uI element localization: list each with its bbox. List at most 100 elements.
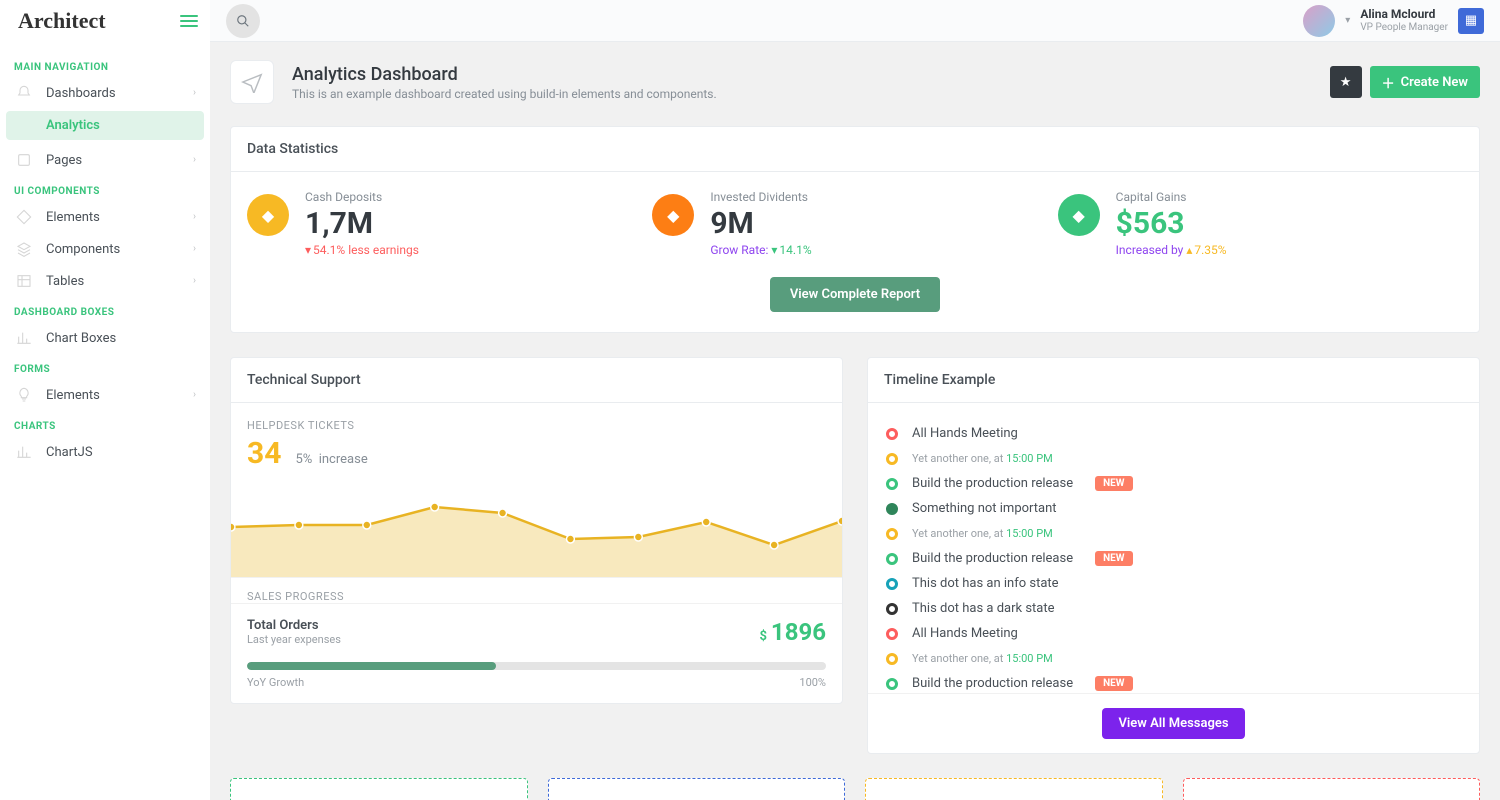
mini-card-4[interactable] <box>1183 778 1481 800</box>
chevron-right-icon: › <box>193 155 196 166</box>
star-icon: ★ <box>1340 75 1352 90</box>
search-button[interactable] <box>226 4 260 38</box>
timeline-text: Build the production release <box>912 676 1073 691</box>
support-header: Technical Support <box>231 358 842 403</box>
sidebar-item-elements[interactable]: Elements› <box>6 379 204 411</box>
timeline-dot <box>886 478 898 490</box>
stat-icon: ◆ <box>652 194 694 236</box>
favorite-button[interactable]: ★ <box>1330 66 1362 98</box>
timeline-dot <box>886 628 898 640</box>
page-title: Analytics Dashboard <box>292 64 717 85</box>
stat-meta-label: Grow Rate: <box>710 243 768 257</box>
stat-label: Invested Dividents <box>710 190 811 204</box>
sidebar-item-dashboards[interactable]: Dashboards› <box>6 77 204 109</box>
timeline-text: Build the production release <box>912 551 1073 566</box>
timeline-card: Timeline Example All Hands MeetingYet an… <box>867 357 1480 754</box>
timeline-text: This dot has a dark state <box>912 601 1055 616</box>
mini-card-2[interactable] <box>548 778 846 800</box>
menu-toggle-icon[interactable] <box>180 15 198 27</box>
mini-card-3[interactable] <box>865 778 1163 800</box>
chart-icon <box>16 330 32 346</box>
timeline-dot <box>886 503 898 515</box>
helpdesk-value: 34 <box>247 436 281 471</box>
chevron-right-icon: › <box>193 244 196 255</box>
stat-value: 9M <box>710 206 811 241</box>
timeline-item: All Hands Meeting <box>886 421 1461 446</box>
sidebar-item-analytics[interactable]: Analytics <box>6 111 204 140</box>
timeline-dot <box>886 453 898 465</box>
sidebar-item-label: Elements <box>46 210 100 225</box>
stat-icon: ◆ <box>1058 194 1100 236</box>
create-new-label: Create New <box>1401 75 1468 90</box>
nav-heading: UI COMPONENTS <box>6 176 204 201</box>
plane-icon <box>241 71 263 93</box>
timeline-text: This dot has an info state <box>912 576 1059 591</box>
stat-icon: ◆ <box>247 194 289 236</box>
chevron-right-icon: › <box>193 390 196 401</box>
stats-card: Data Statistics ◆Cash Deposits1,7M54.1% … <box>230 126 1480 333</box>
stat-value: 1,7M <box>305 206 419 241</box>
stat-cash-deposits: ◆Cash Deposits1,7M54.1% less earnings <box>247 190 652 257</box>
chevron-right-icon: › <box>193 212 196 223</box>
table-icon <box>16 273 32 289</box>
sidebar-item-components[interactable]: Components › <box>6 233 204 265</box>
helpdesk-chart <box>231 477 842 577</box>
timeline-dot <box>886 428 898 440</box>
timeline-item: Yet another one, at 15:00 PM <box>886 521 1461 546</box>
stat-label: Capital Gains <box>1116 190 1227 204</box>
timeline-dot <box>886 653 898 665</box>
new-badge: NEW <box>1095 551 1132 566</box>
timeline-item: Something not important <box>886 496 1461 521</box>
stat-delta: 7.35% <box>1186 243 1226 257</box>
nav-heading: CHARTS <box>6 411 204 436</box>
sidebar-item-chart-boxes[interactable]: Chart Boxes <box>6 322 204 354</box>
mini-card-1[interactable] <box>230 778 528 800</box>
stat-delta: 54.1% <box>305 243 345 257</box>
progress-bar <box>247 662 826 670</box>
page-subtitle: This is an example dashboard created usi… <box>292 87 717 101</box>
stat-note: less earnings <box>348 243 419 257</box>
sidebar-item-label: Pages <box>46 153 82 168</box>
plus-icon: ＋ <box>1382 73 1395 92</box>
timeline-dot <box>886 528 898 540</box>
timeline-text: Something not important <box>912 501 1057 516</box>
stat-capital-gains: ◆Capital Gains$563Increased by 7.35% <box>1058 190 1463 257</box>
stat-delta: 14.1% <box>771 243 811 257</box>
search-icon <box>236 14 250 28</box>
sidebar-item-label: Tables <box>46 274 84 289</box>
avatar[interactable] <box>1303 5 1335 37</box>
nav-heading: FORMS <box>6 354 204 379</box>
timeline-item: All Hands Meeting <box>886 621 1461 646</box>
helpdesk-legend: HELPDESK TICKETS <box>231 403 842 432</box>
create-new-button[interactable]: ＋ Create New <box>1370 66 1480 98</box>
nav-menu: MAIN NAVIGATIONDashboards›AnalyticsPages… <box>0 42 210 800</box>
orders-amount: $1896 <box>759 618 826 646</box>
timeline-item: Yet another one, at 15:00 PM <box>886 446 1461 471</box>
sidebar-item-label: Dashboards <box>46 86 116 101</box>
topbar: ▾ Alina Mclourd VP People Manager ▦ <box>210 0 1500 42</box>
calendar-icon: ▦ <box>1465 13 1477 28</box>
yoy-label: YoY Growth <box>247 676 304 689</box>
view-report-button[interactable]: View Complete Report <box>770 277 940 312</box>
sidebar-item-pages[interactable]: Pages › <box>6 144 204 176</box>
sidebar-item-tables[interactable]: Tables› <box>6 265 204 297</box>
chart-icon <box>16 444 32 460</box>
timeline-text: Yet another one, at 15:00 PM <box>912 652 1053 665</box>
new-badge: NEW <box>1095 476 1132 491</box>
calendar-button[interactable]: ▦ <box>1458 8 1484 34</box>
stat-meta-label: Increased by <box>1116 243 1184 257</box>
timeline-dot <box>886 578 898 590</box>
sidebar-item-chartjs[interactable]: ChartJS <box>6 436 204 468</box>
sidebar-item-elements[interactable]: Elements › <box>6 201 204 233</box>
timeline-item: This dot has an info state <box>886 571 1461 596</box>
bell-icon <box>16 85 32 101</box>
orders-title: Total Orders <box>247 618 341 633</box>
timeline-dot <box>886 553 898 565</box>
view-messages-button[interactable]: View All Messages <box>1102 708 1244 739</box>
timeline-dot <box>886 678 898 690</box>
timeline-item: Build the production releaseNEW <box>886 471 1461 496</box>
helpdesk-pct: 5% <box>295 452 312 467</box>
chevron-down-icon[interactable]: ▾ <box>1345 15 1350 26</box>
sidebar-item-label: Components <box>46 242 120 257</box>
brand-logo: Architect <box>18 8 106 34</box>
